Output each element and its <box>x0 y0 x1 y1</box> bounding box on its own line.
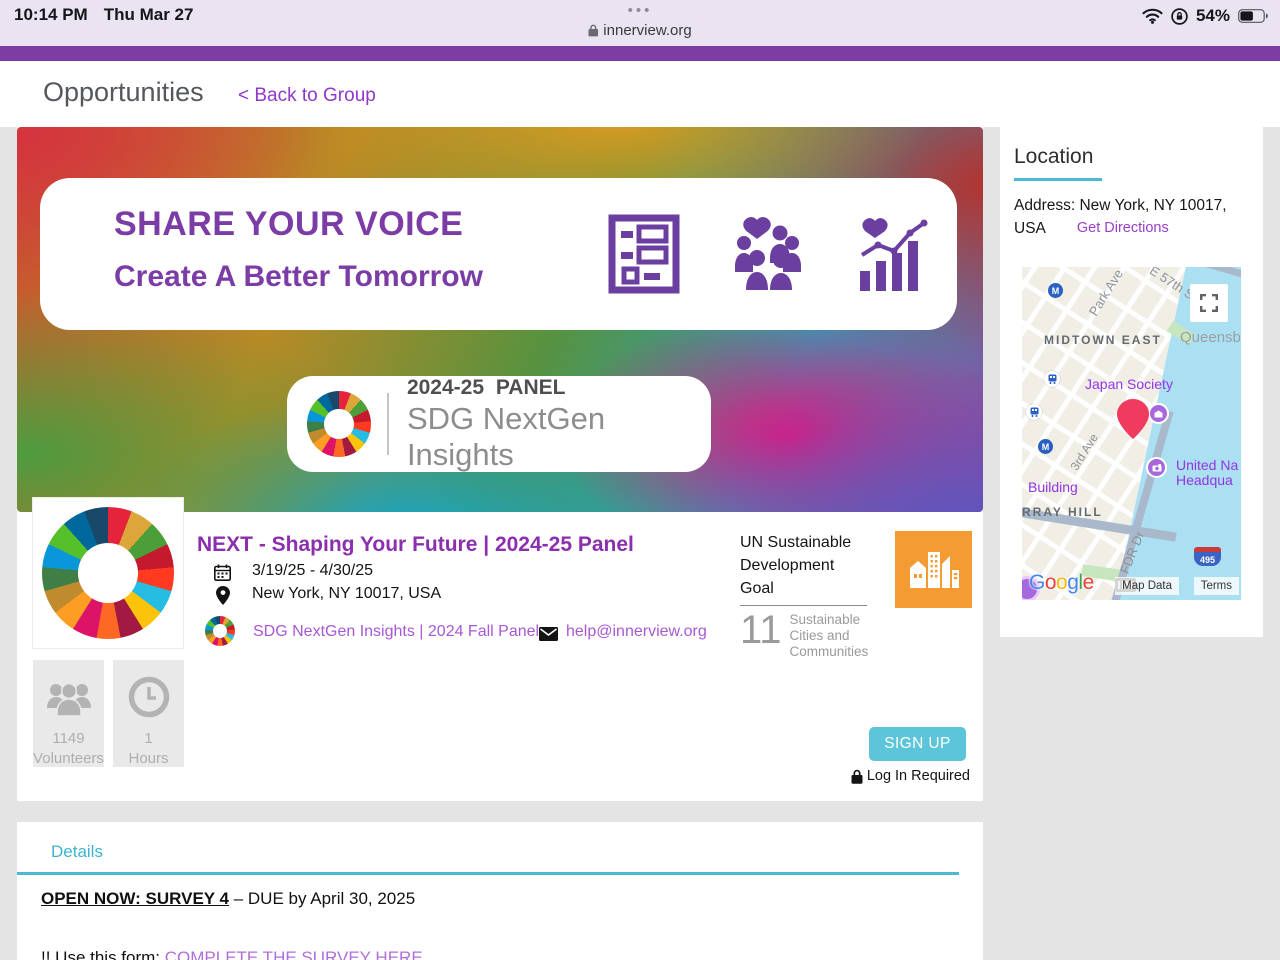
map-poi-japan-society[interactable]: Japan Society <box>1085 376 1173 392</box>
tab-details[interactable]: Details <box>51 842 103 862</box>
banner-subheadline: Create A Better Tomorrow <box>114 260 483 293</box>
page-header: Opportunities < Back to Group <box>0 61 1280 127</box>
hours-stat: 1 Hours <box>113 660 184 767</box>
stats-row: 1149 Volunteers 1 Hours <box>33 660 184 767</box>
opportunity-location: New York, NY 10017, USA <box>252 585 442 602</box>
login-required-note: Log In Required <box>851 768 970 784</box>
map-mta-icon[interactable]: M <box>1048 283 1063 298</box>
sdg-wheel-logo-large <box>42 507 174 639</box>
map-poi-circle-japan[interactable] <box>1148 403 1169 424</box>
browser-accent-band <box>0 46 1280 61</box>
tab-overflow-dots[interactable]: ••• <box>628 2 653 19</box>
back-to-group-link[interactable]: < Back to Group <box>238 85 376 107</box>
wifi-icon <box>1142 8 1163 24</box>
status-date: Thu Mar 27 <box>103 5 194 24</box>
badge-divider <box>387 393 389 455</box>
sdg-name: Sustainable Cities and Communities <box>789 612 869 659</box>
map-poi-circle-un[interactable] <box>1146 457 1167 478</box>
login-required-text: Log In Required <box>866 768 970 784</box>
opportunity-title: NEXT - Shaping Your Future | 2024-25 Pan… <box>197 533 634 556</box>
survey-status-line: OPEN NOW: SURVEY 4 – DUE by April 30, 20… <box>41 889 415 909</box>
map-label-queensboro[interactable]: Queensb <box>1180 329 1241 346</box>
form-prefix: !! Use this form: <box>41 948 165 960</box>
sdg-number: 11 <box>740 608 782 652</box>
address-line1: Address: New York, NY 10017, <box>1014 197 1227 214</box>
survey-form-line: !! Use this form: COMPLETE THE SURVEY HE… <box>41 948 423 960</box>
details-divider <box>17 872 959 875</box>
rotation-lock-icon <box>1171 7 1188 25</box>
volunteers-icon <box>45 660 93 718</box>
un-sdg-block: UN Sustainable Development Goal 11 Susta… <box>740 531 892 660</box>
get-directions-link[interactable]: Get Directions <box>1077 217 1169 240</box>
survey-form-icon <box>608 214 680 294</box>
opportunity-banner: SHARE YOUR VOICE Create A Better Tomorro… <box>17 127 983 512</box>
opportunity-dates: 3/19/25 - 4/30/25 <box>252 562 373 579</box>
map-label-murray-hill[interactable]: RRAY HILL <box>1022 505 1103 519</box>
group-link[interactable]: SDG NextGen Insights | 2024 Fall Panel <box>253 623 539 641</box>
volunteers-count: 1149 <box>52 730 85 747</box>
hours-count: 1 <box>144 730 153 747</box>
community-heart-icon <box>733 216 803 292</box>
google-logo[interactable]: Google <box>1029 571 1094 595</box>
survey-open-now: OPEN NOW: SURVEY 4 <box>41 889 229 908</box>
status-time: 10:14 PM Thu Mar 27 <box>14 5 194 24</box>
map-terms-link[interactable]: Terms <box>1193 577 1239 595</box>
map-pin[interactable] <box>1117 399 1149 439</box>
calendar-icon <box>214 564 231 581</box>
location-pin-icon <box>216 586 230 605</box>
email-envelope-icon <box>539 627 558 641</box>
survey-due: – DUE by April 30, 2025 <box>229 889 416 908</box>
opportunity-card: SHARE YOUR VOICE Create A Better Tomorro… <box>17 127 983 801</box>
map-fullscreen-button[interactable] <box>1190 284 1228 322</box>
google-map[interactable]: E 57th S Park Ave MIDTOWN EAST Queensb J… <box>1022 267 1241 600</box>
login-lock-icon <box>851 769 863 784</box>
status-bar: 10:14 PM Thu Mar 27 ••• innerview.org 54% <box>0 0 1280 46</box>
group-wheel-icon <box>205 616 235 646</box>
battery-icon <box>1238 9 1268 23</box>
panel-badge: 2024-25 PANEL SDG NextGen Insights <box>287 376 711 472</box>
badge-panel-label: 2024-25 PANEL <box>406 375 566 399</box>
address-bar[interactable]: innerview.org <box>588 22 692 39</box>
volunteers-stat: 1149 Volunteers <box>33 660 104 767</box>
sdg-wheel-logo <box>307 391 371 457</box>
impact-chart-heart-icon <box>856 215 930 293</box>
battery-percent: 54% <box>1195 6 1230 25</box>
address-bar-url: innerview.org <box>603 22 692 39</box>
map-poi-un-line1[interactable]: United Na <box>1176 457 1238 473</box>
sdg-label-line1: UN Sustainable <box>740 534 852 551</box>
map-mta-icon2[interactable]: M <box>1038 439 1053 454</box>
email-link[interactable]: help@innerview.org <box>566 623 707 641</box>
opportunity-logo <box>32 497 184 649</box>
map-poi-un-line2[interactable]: Headqua <box>1176 472 1233 488</box>
hours-clock-icon <box>128 660 170 718</box>
ssl-lock-icon <box>588 24 599 37</box>
map-subway-icon[interactable] <box>1044 371 1060 387</box>
page-title: Opportunities <box>43 77 204 107</box>
sign-up-button[interactable]: SIGN UP <box>869 727 966 761</box>
banner-headline: SHARE YOUR VOICE <box>114 205 464 243</box>
badge-program-name: SDG NextGen Insights <box>406 400 606 472</box>
map-data-link[interactable]: Map Data <box>1115 577 1179 595</box>
address-line2: USA <box>1014 220 1046 237</box>
map-subway-icon2[interactable] <box>1026 404 1042 420</box>
banner-headline-box: SHARE YOUR VOICE Create A Better Tomorro… <box>40 178 957 330</box>
sdg-label-line2: Development Goal <box>740 554 867 606</box>
map-poi-building[interactable]: Building <box>1028 479 1078 495</box>
location-title: Location <box>1014 145 1094 168</box>
location-panel: Location Address: New York, NY 10017, US… <box>1000 127 1263 637</box>
location-title-underline <box>1014 178 1102 181</box>
location-address: Address: New York, NY 10017, USA Get Dir… <box>1014 194 1249 240</box>
complete-survey-link[interactable]: COMPLETE THE SURVEY HERE <box>165 948 423 960</box>
details-card: Details OPEN NOW: SURVEY 4 – DUE by Apri… <box>17 822 983 960</box>
map-i495-shield: 495 <box>1194 547 1221 566</box>
volunteers-label: Volunteers <box>33 750 104 767</box>
hours-label: Hours <box>128 750 169 767</box>
sdg11-goal-icon <box>895 531 972 608</box>
map-label-midtown-east[interactable]: MIDTOWN EAST <box>1044 333 1162 347</box>
